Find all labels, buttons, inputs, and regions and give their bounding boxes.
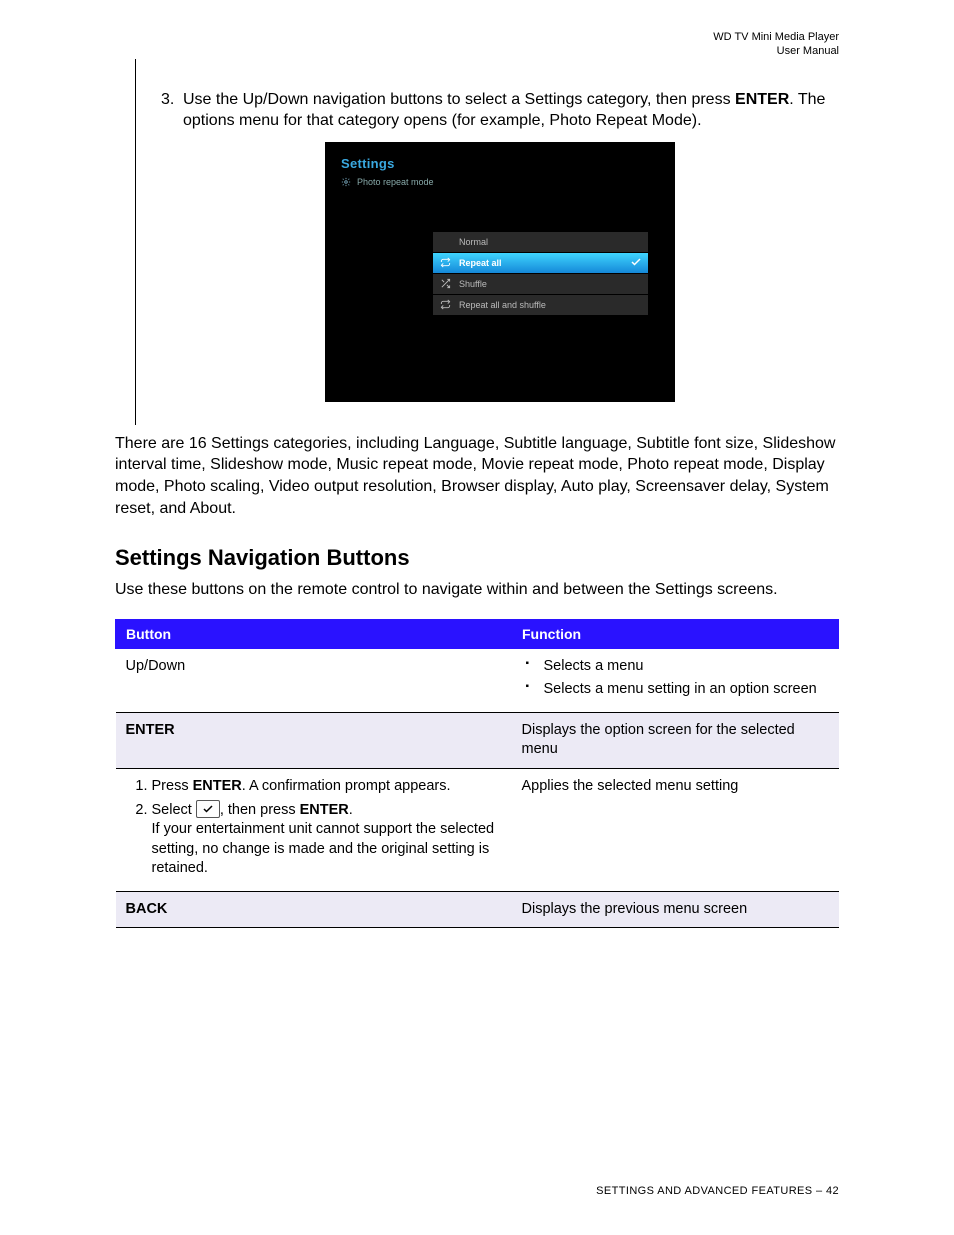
tv-subtitle: Photo repeat mode: [357, 177, 434, 187]
cell-button: Press ENTER. A confirmation prompt appea…: [116, 769, 512, 892]
option-label: Repeat all: [459, 258, 620, 268]
cell-button: Up/Down: [116, 648, 512, 712]
step-3: 3. Use the Up/Down navigation buttons to…: [161, 89, 839, 132]
page-footer: SETTINGS AND ADVANCED FEATURES – 42: [596, 1185, 839, 1197]
cell-function: Displays the previous menu screen: [512, 891, 839, 928]
option-row[interactable]: Repeat all: [433, 253, 648, 274]
th-function: Function: [512, 619, 839, 648]
instruction-list: Press ENTER. A confirmation prompt appea…: [126, 777, 502, 879]
product-name: WD TV Mini Media Player: [115, 30, 839, 44]
option-row[interactable]: Shuffle: [433, 274, 648, 295]
table-row: ENTERDisplays the option screen for the …: [116, 712, 839, 768]
option-row[interactable]: Repeat all and shuffle: [433, 295, 648, 316]
step-number: 3.: [161, 89, 183, 132]
embedded-screenshot: Settings Photo repeat mode Normal Repeat …: [161, 142, 839, 402]
tv-options-list: Normal Repeat all Shuffle Repeat all and sh…: [433, 232, 648, 316]
manual-page: WD TV Mini Media Player User Manual 3. U…: [0, 0, 954, 1235]
shuffle-icon: [439, 278, 451, 289]
bullet-list: Selects a menu Selects a menu setting in …: [522, 657, 829, 700]
enter-label: ENTER: [735, 91, 789, 108]
cell-button: ENTER: [116, 712, 512, 768]
list-item: Selects a menu: [540, 657, 829, 677]
list-item: Press ENTER. A confirmation prompt appea…: [152, 777, 502, 797]
cell-button: BACK: [116, 891, 512, 928]
gear-icon: [341, 177, 351, 187]
tv-ui: Settings Photo repeat mode Normal Repeat …: [325, 142, 675, 402]
categories-paragraph: There are 16 Settings categories, includ…: [115, 433, 839, 519]
list-item: Select , then press ENTER.If your entert…: [152, 801, 502, 879]
page-header: WD TV Mini Media Player User Manual: [115, 30, 839, 59]
cell-function: Displays the option screen for the selec…: [512, 712, 839, 768]
repeat-shuffle-icon: [439, 299, 451, 310]
option-label: Repeat all and shuffle: [459, 300, 620, 310]
option-label: Normal: [459, 237, 620, 247]
doc-type: User Manual: [115, 44, 839, 58]
confirm-check-icon: [196, 800, 220, 818]
option-row[interactable]: Normal: [433, 232, 648, 253]
cell-function: Selects a menu Selects a menu setting in …: [512, 648, 839, 712]
step-text: Use the Up/Down navigation buttons to se…: [183, 89, 839, 132]
list-item: Selects a menu setting in an option scre…: [540, 680, 829, 700]
cell-function: Applies the selected menu setting: [512, 769, 839, 892]
table-body: Up/Down Selects a menu Selects a menu sett…: [116, 648, 839, 928]
step-pre: Use the Up/Down navigation buttons to se…: [183, 91, 735, 108]
buttons-table: Button Function Up/DownSelects a menuSel…: [115, 619, 839, 929]
checkmark-icon: [628, 256, 642, 270]
th-button: Button: [116, 619, 512, 648]
step-block: 3. Use the Up/Down navigation buttons to…: [135, 59, 839, 425]
table-row: Up/Down Selects a menu Selects a menu sett…: [116, 648, 839, 712]
tv-title: Settings: [341, 156, 659, 171]
repeat-icon: [439, 257, 451, 268]
tv-subtitle-row: Photo repeat mode: [341, 177, 659, 187]
table-row: BACKDisplays the previous menu screen: [116, 891, 839, 928]
table-row: Press ENTER. A confirmation prompt appea…: [116, 769, 839, 892]
section-heading: Settings Navigation Buttons: [115, 545, 839, 571]
option-label: Shuffle: [459, 279, 620, 289]
section-intro: Use these buttons on the remote control …: [115, 579, 839, 601]
table-header-row: Button Function: [116, 619, 839, 648]
